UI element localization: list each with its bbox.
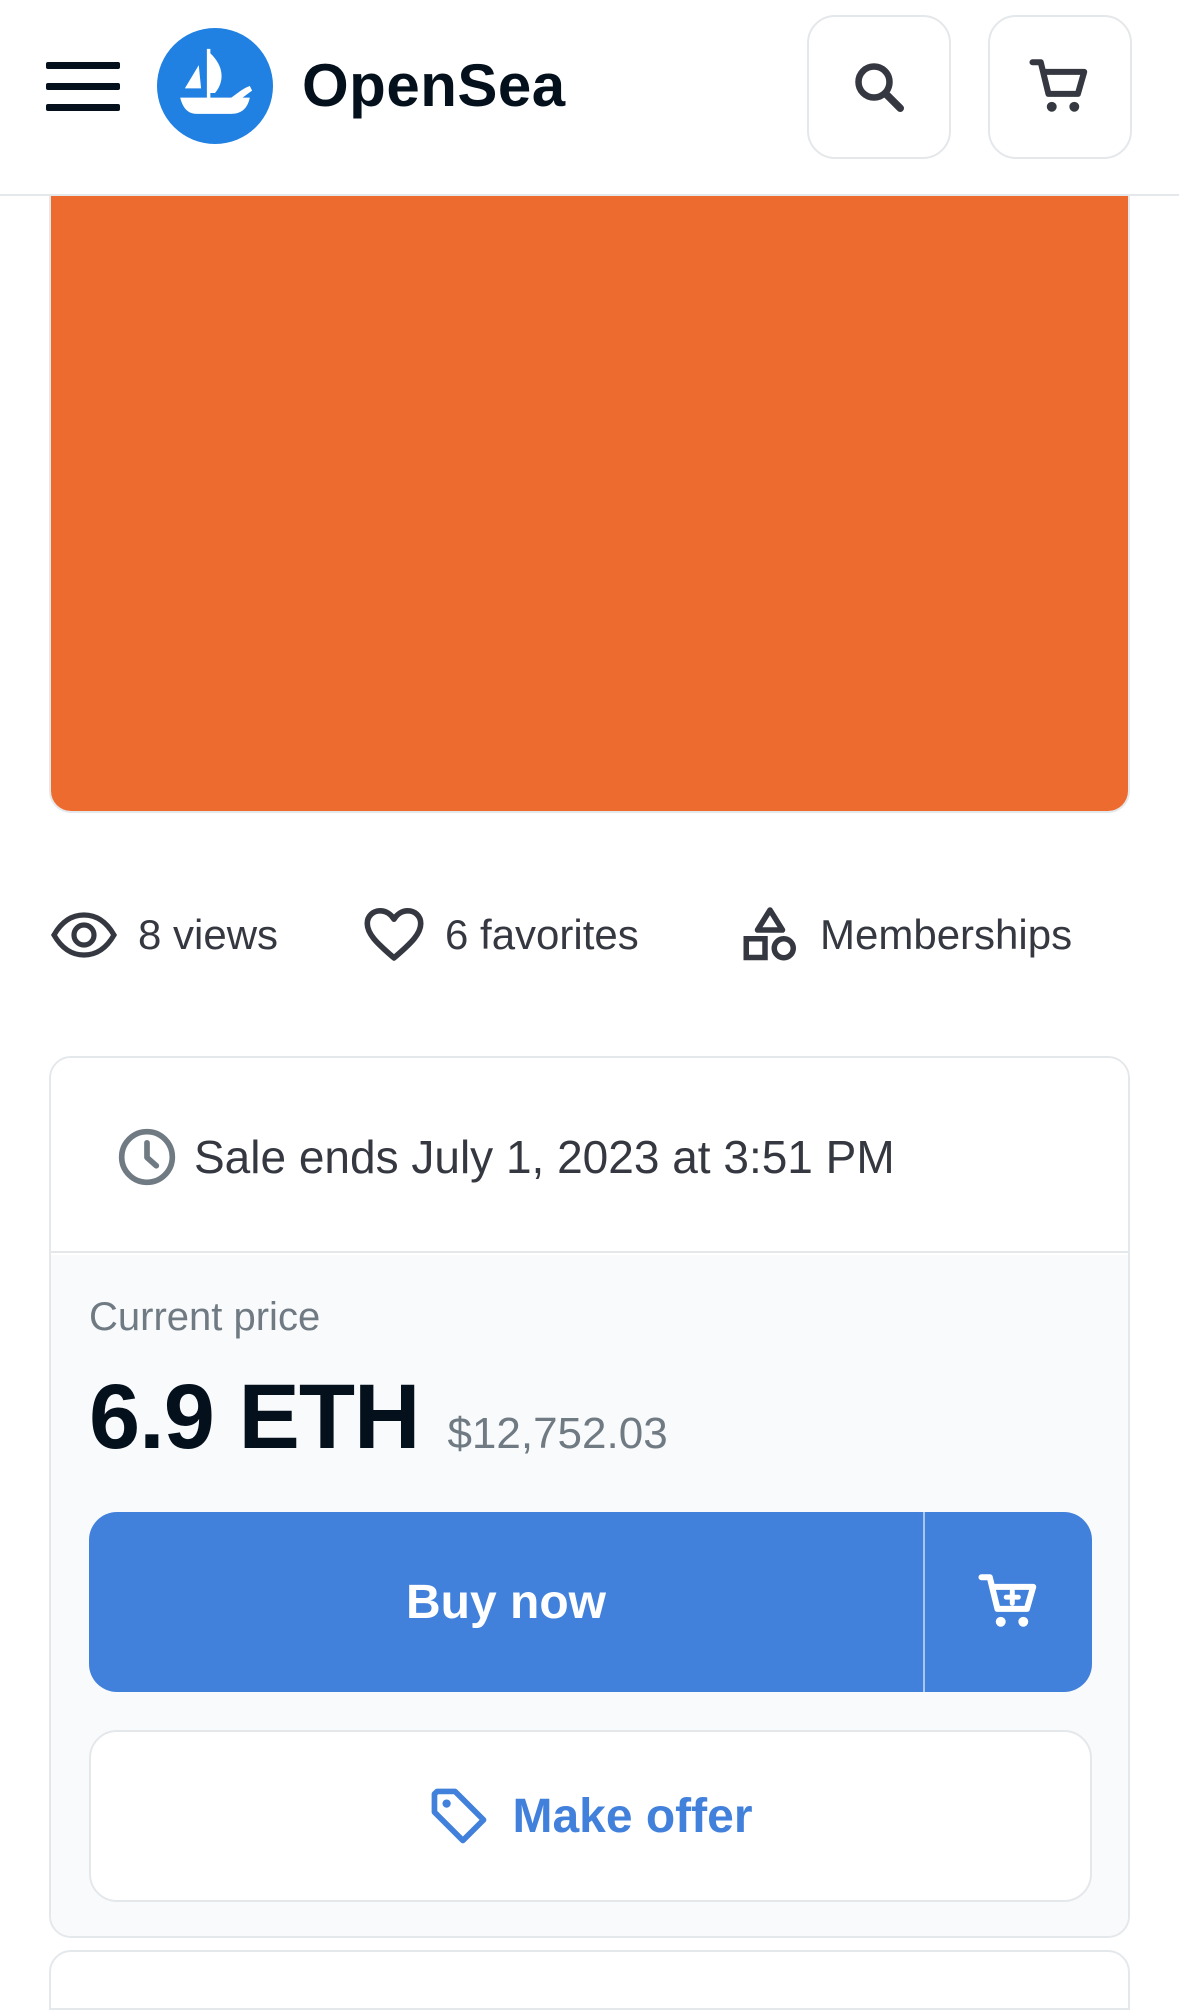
search-icon: [855, 63, 904, 112]
views-count: 8 views: [50, 900, 278, 970]
nft-image-fill: [51, 196, 1128, 811]
price-section: Current price 6.9 ETH $12,752.03 Buy now: [51, 1255, 1128, 1936]
nft-image[interactable]: [49, 196, 1130, 813]
favorites-count[interactable]: 6 favorites: [363, 900, 639, 970]
make-offer-button[interactable]: Make offer: [89, 1730, 1092, 1902]
next-section-card: [49, 1950, 1130, 2010]
brand-name[interactable]: OpenSea: [302, 48, 566, 124]
clock-icon: [118, 1128, 176, 1186]
views-label: 8 views: [138, 911, 279, 958]
cart-button[interactable]: [988, 15, 1132, 159]
hamburger-menu-icon[interactable]: [46, 62, 122, 112]
buy-now-button[interactable]: Buy now: [89, 1512, 925, 1692]
heart-icon: [364, 908, 424, 961]
category-link[interactable]: Memberships: [740, 900, 1072, 970]
buy-button-group: Buy now: [89, 1512, 1092, 1692]
current-price-label: Current price: [89, 1295, 321, 1339]
search-button[interactable]: [807, 15, 951, 159]
add-to-cart-icon: [977, 1574, 1036, 1627]
sale-end-row: Sale ends July 1, 2023 at 3:51 PM: [116, 1126, 895, 1188]
shapes-icon: [743, 907, 796, 961]
top-navbar: OpenSea: [0, 0, 1179, 196]
favorites-label: 6 favorites: [445, 911, 639, 958]
sale-header: Sale ends July 1, 2023 at 3:51 PM: [51, 1058, 1128, 1253]
price-eth: 6.9 ETH: [89, 1366, 420, 1468]
price-usd: $12,752.03: [447, 1409, 668, 1458]
add-to-cart-button[interactable]: [925, 1512, 1092, 1692]
eye-icon: [51, 912, 117, 958]
cart-icon: [1029, 59, 1088, 112]
tag-icon: [432, 1788, 487, 1844]
sale-end-text: Sale ends July 1, 2023 at 3:51 PM: [194, 1131, 895, 1183]
make-offer-label: Make offer: [512, 1789, 753, 1843]
category-label: Memberships: [820, 911, 1073, 958]
sale-card: Sale ends July 1, 2023 at 3:51 PM Curren…: [49, 1056, 1130, 1938]
opensea-logo-icon[interactable]: [157, 28, 273, 144]
price-row: 6.9 ETH $12,752.03: [89, 1365, 668, 1468]
